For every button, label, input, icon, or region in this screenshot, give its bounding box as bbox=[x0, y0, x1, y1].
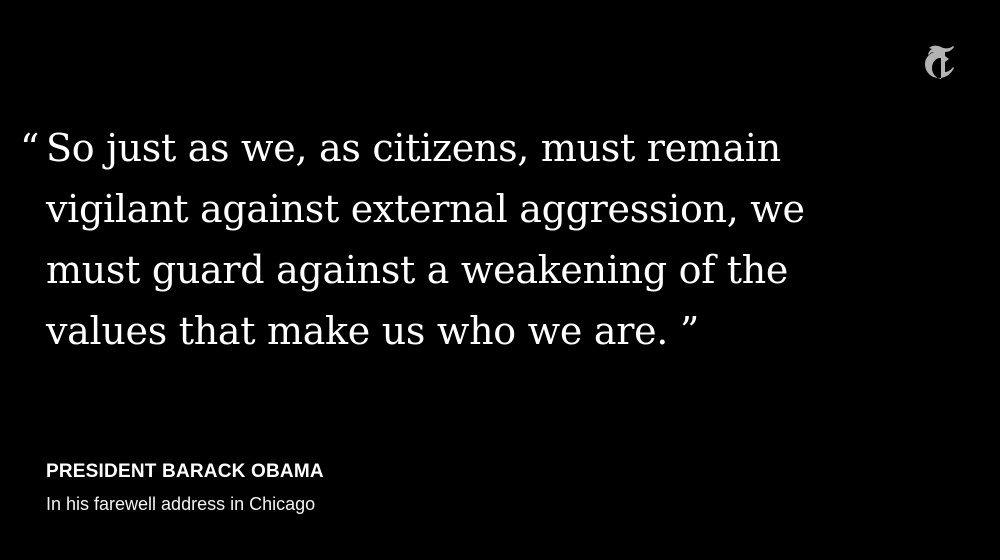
open-quote-mark: “ bbox=[20, 126, 40, 170]
quote-line-4: values that make us who we are. ” bbox=[46, 309, 699, 353]
quote-line-3: must guard against a weakening of the bbox=[46, 248, 789, 292]
speaker-context: In his farewell address in Chicago bbox=[46, 494, 316, 514]
quote-text: “ So just as we, as citizens, must remai… bbox=[20, 118, 946, 362]
speaker-name: PRESIDENT BARACK OBAMA bbox=[46, 461, 324, 482]
quote-card: “ So just as we, as citizens, must remai… bbox=[0, 0, 1000, 560]
quote-line-2: vigilant against external aggression, we bbox=[46, 187, 805, 231]
attribution: PRESIDENT BARACK OBAMA In his farewell a… bbox=[46, 460, 324, 516]
nyt-t-logo-icon bbox=[925, 45, 954, 79]
quote-line-1: So just as we, as citizens, must remain bbox=[46, 126, 781, 170]
